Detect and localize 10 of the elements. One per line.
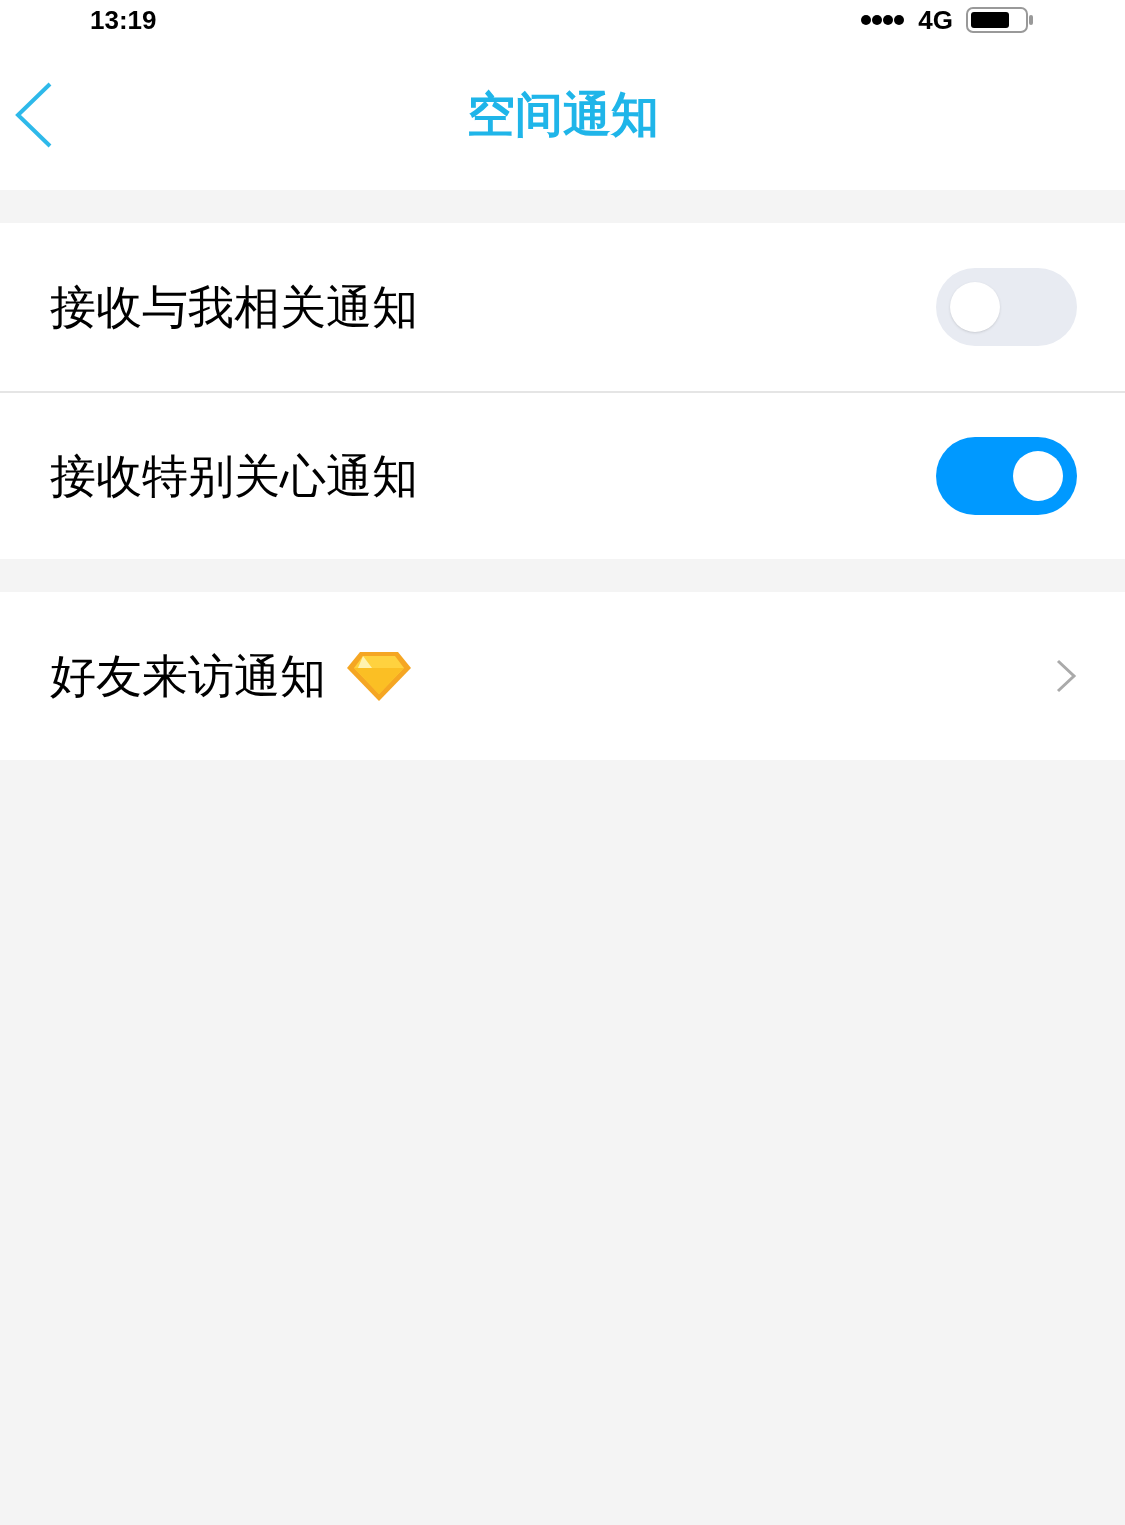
back-icon[interactable] <box>14 82 54 148</box>
signal-icon <box>860 14 907 26</box>
setting-label: 好友来访通知 <box>50 648 326 704</box>
status-time: 13:19 <box>90 3 157 37</box>
setting-label: 接收与我相关通知 <box>50 279 418 335</box>
network-label: 4G <box>918 3 953 37</box>
page-title: 空间通知 <box>466 87 659 143</box>
setting-label: 接收特别关心通知 <box>50 448 418 504</box>
battery-icon <box>965 6 1035 34</box>
chevron-right-icon[interactable] <box>1055 658 1077 694</box>
